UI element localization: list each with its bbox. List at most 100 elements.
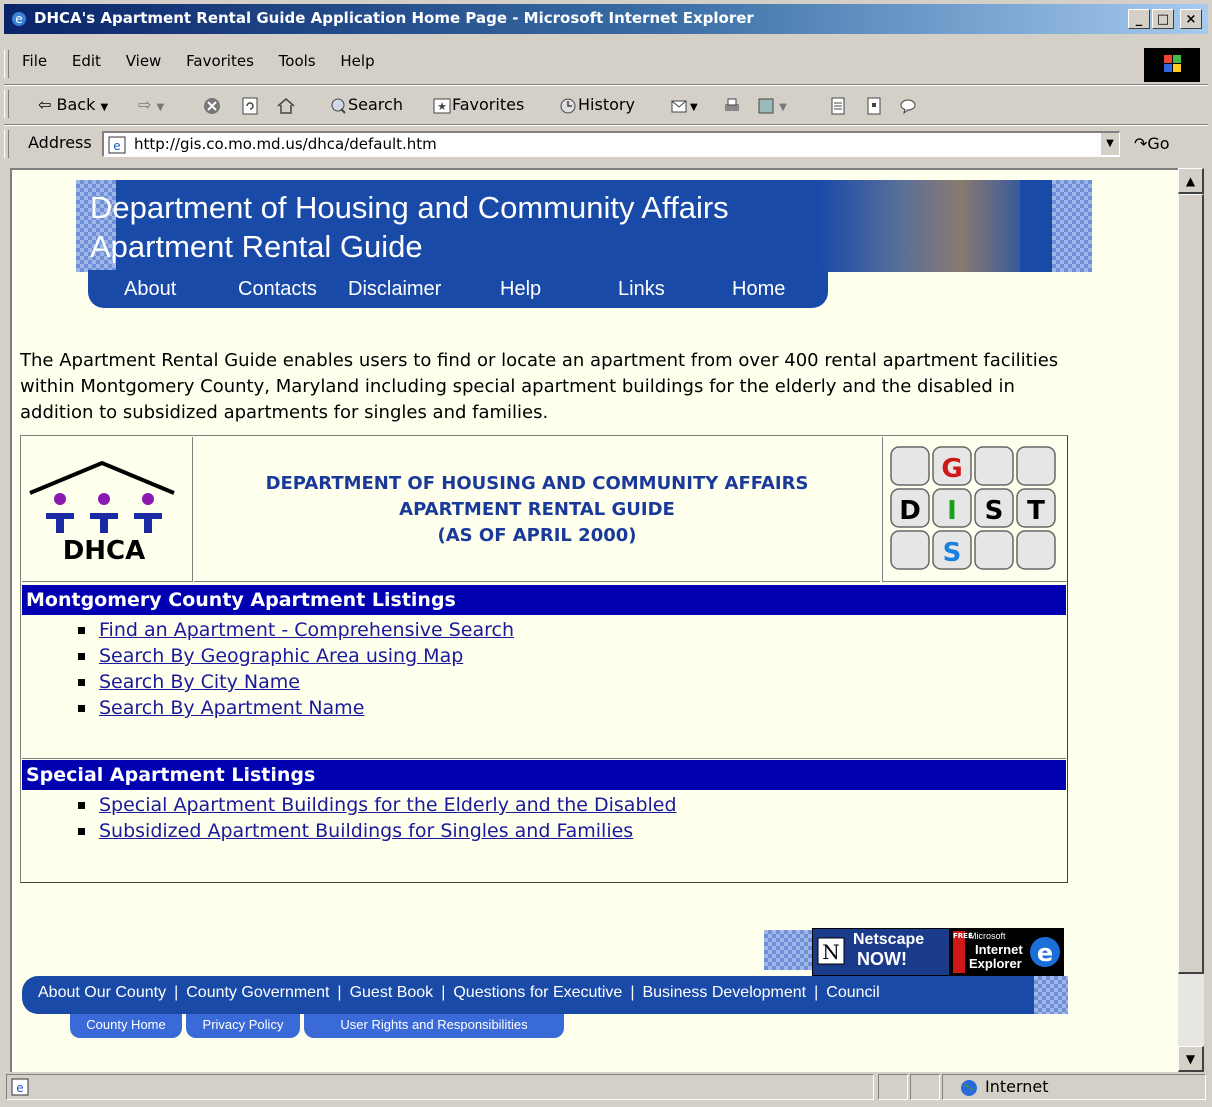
- ie-explorer-label: Explorer: [969, 956, 1022, 971]
- home-button[interactable]: [276, 90, 296, 120]
- link-user-rights[interactable]: User Rights and Responsibilities: [304, 1014, 564, 1038]
- badge-pattern: [764, 930, 812, 970]
- gis-letter-g: G: [941, 454, 962, 484]
- vertical-scrollbar[interactable]: ▲ ▼: [1178, 168, 1204, 1072]
- ie-logo-icon: e: [1030, 937, 1060, 967]
- menu-edit[interactable]: Edit: [62, 48, 111, 74]
- list-item: Find an Apartment - Comprehensive Search: [78, 617, 514, 643]
- discuss-button[interactable]: [828, 90, 848, 120]
- bullet-icon: [78, 679, 85, 686]
- banner-subtitle: Apartment Rental Guide: [90, 229, 423, 264]
- title-bar: e DHCA's Apartment Rental Guide Applicat…: [4, 4, 1208, 34]
- globe-icon: [961, 1080, 977, 1096]
- svg-text:e: e: [113, 139, 120, 153]
- link-apartment-name-search[interactable]: Search By Apartment Name: [99, 697, 364, 719]
- favorites-star-icon: ★: [433, 98, 451, 113]
- header-line-3: (AS OF APRIL 2000): [437, 525, 637, 546]
- stop-button[interactable]: [202, 90, 222, 120]
- svg-text:e: e: [15, 12, 22, 26]
- dropdown-arrow-icon: ▼: [156, 102, 165, 113]
- mail-button[interactable]: ▼: [670, 90, 698, 120]
- menu-view[interactable]: View: [116, 48, 172, 74]
- scroll-up-button[interactable]: ▲: [1178, 168, 1204, 194]
- nav-disclaimer[interactable]: Disclaimer: [348, 278, 441, 301]
- menu-help[interactable]: Help: [330, 48, 384, 74]
- link-geographic-search[interactable]: Search By Geographic Area using Map: [99, 645, 463, 667]
- gis-letter-i: I: [947, 496, 957, 526]
- nav-help[interactable]: Help: [500, 278, 541, 301]
- nav-home[interactable]: Home: [732, 278, 785, 301]
- go-button[interactable]: ↷Go: [1134, 131, 1170, 157]
- status-panel: [878, 1074, 908, 1100]
- refresh-button[interactable]: [240, 90, 260, 120]
- dhca-logo-cell: DHCA: [22, 437, 193, 582]
- menu-favorites[interactable]: Favorites: [176, 48, 264, 74]
- back-button[interactable]: ⇦ Back ▼: [38, 90, 108, 120]
- favorites-button[interactable]: ★ Favorites: [432, 90, 524, 120]
- netscape-badge[interactable]: N Netscape NOW!: [812, 928, 950, 976]
- print-button[interactable]: [722, 90, 742, 120]
- footer-pattern: [1034, 976, 1068, 1014]
- menu-tools[interactable]: Tools: [269, 48, 326, 74]
- stop-icon: [204, 97, 220, 114]
- nav-about[interactable]: About: [124, 278, 176, 301]
- search-button[interactable]: Search: [328, 90, 403, 120]
- netscape-label: Netscape: [853, 931, 925, 948]
- maximize-button[interactable]: □: [1152, 9, 1174, 29]
- link-county-home[interactable]: County Home: [70, 1014, 182, 1038]
- nav-bar: [88, 270, 828, 308]
- banner-photo: [820, 180, 1020, 272]
- separator: [4, 124, 1208, 126]
- link-subsidized[interactable]: Subsidized Apartment Buildings for Singl…: [99, 820, 633, 842]
- close-button[interactable]: ×: [1180, 9, 1202, 29]
- separator: [4, 84, 1208, 86]
- header-line-2: APARTMENT RENTAL GUIDE: [399, 499, 675, 520]
- address-url: http://gis.co.mo.md.us/dhca/default.htm: [134, 135, 437, 153]
- bullet-icon: [78, 653, 85, 660]
- minimize-button[interactable]: _: [1128, 9, 1150, 29]
- dropdown-arrow-icon: ▼: [100, 102, 109, 113]
- address-input[interactable]: e http://gis.co.mo.md.us/dhca/default.ht…: [102, 131, 1120, 157]
- gis-letter-t: T: [1027, 496, 1045, 526]
- back-arrow-icon: ⇦: [38, 95, 52, 114]
- list-item: Subsidized Apartment Buildings for Singl…: [78, 818, 677, 844]
- footer-separator: |: [814, 984, 819, 1001]
- footer-link-guest-book[interactable]: Guest Book: [350, 984, 434, 1001]
- edit-button[interactable]: ▼: [756, 90, 787, 120]
- footer-link-county-government[interactable]: County Government: [186, 984, 329, 1001]
- footer-link-questions-executive[interactable]: Questions for Executive: [453, 984, 622, 1001]
- nav-links[interactable]: Links: [618, 278, 665, 301]
- document-icon: [831, 97, 845, 114]
- menu-file[interactable]: File: [12, 48, 57, 74]
- nav-contacts[interactable]: Contacts: [238, 278, 317, 301]
- status-zone-panel: Internet: [942, 1074, 1206, 1100]
- footer-link-about-county[interactable]: About Our County: [38, 984, 166, 1001]
- forward-arrow-icon: ⇨: [138, 95, 152, 114]
- edit-icon: [758, 98, 774, 113]
- status-panel: [910, 1074, 940, 1100]
- section-header-special: Special Apartment Listings: [22, 760, 1066, 790]
- history-button[interactable]: History: [558, 90, 635, 120]
- mail-icon: [671, 100, 687, 112]
- research-button[interactable]: [864, 90, 884, 120]
- status-main-panel: e: [6, 1074, 874, 1100]
- link-elderly-disabled[interactable]: Special Apartment Buildings for the Elde…: [99, 794, 677, 816]
- footer-link-council[interactable]: Council: [826, 984, 879, 1001]
- netscape-now-label: NOW!: [857, 949, 907, 969]
- banner-pattern: [1052, 180, 1092, 272]
- link-privacy-policy[interactable]: Privacy Policy: [186, 1014, 300, 1038]
- scrollbar-thumb[interactable]: [1178, 194, 1204, 974]
- refresh-icon: [242, 97, 258, 114]
- logo-text: DHCA: [63, 536, 146, 566]
- footer-links: About Our County | County Government | Guest…: [38, 984, 880, 1002]
- scroll-down-button[interactable]: ▼: [1178, 1046, 1204, 1072]
- header-cell: DEPARTMENT OF HOUSING AND COMMUNITY AFFA…: [194, 437, 880, 582]
- messenger-button[interactable]: [898, 90, 918, 120]
- address-dropdown-button[interactable]: ▼: [1100, 133, 1119, 155]
- link-city-search[interactable]: Search By City Name: [99, 671, 300, 693]
- footer-link-business-development[interactable]: Business Development: [642, 984, 806, 1001]
- forward-button[interactable]: ⇨ ▼: [138, 90, 164, 120]
- link-comprehensive-search[interactable]: Find an Apartment - Comprehensive Search: [99, 619, 514, 641]
- intro-text: The Apartment Rental Guide enables users…: [20, 350, 1059, 423]
- ie-badge[interactable]: FREE Microsoft Internet Explorer e: [950, 928, 1064, 976]
